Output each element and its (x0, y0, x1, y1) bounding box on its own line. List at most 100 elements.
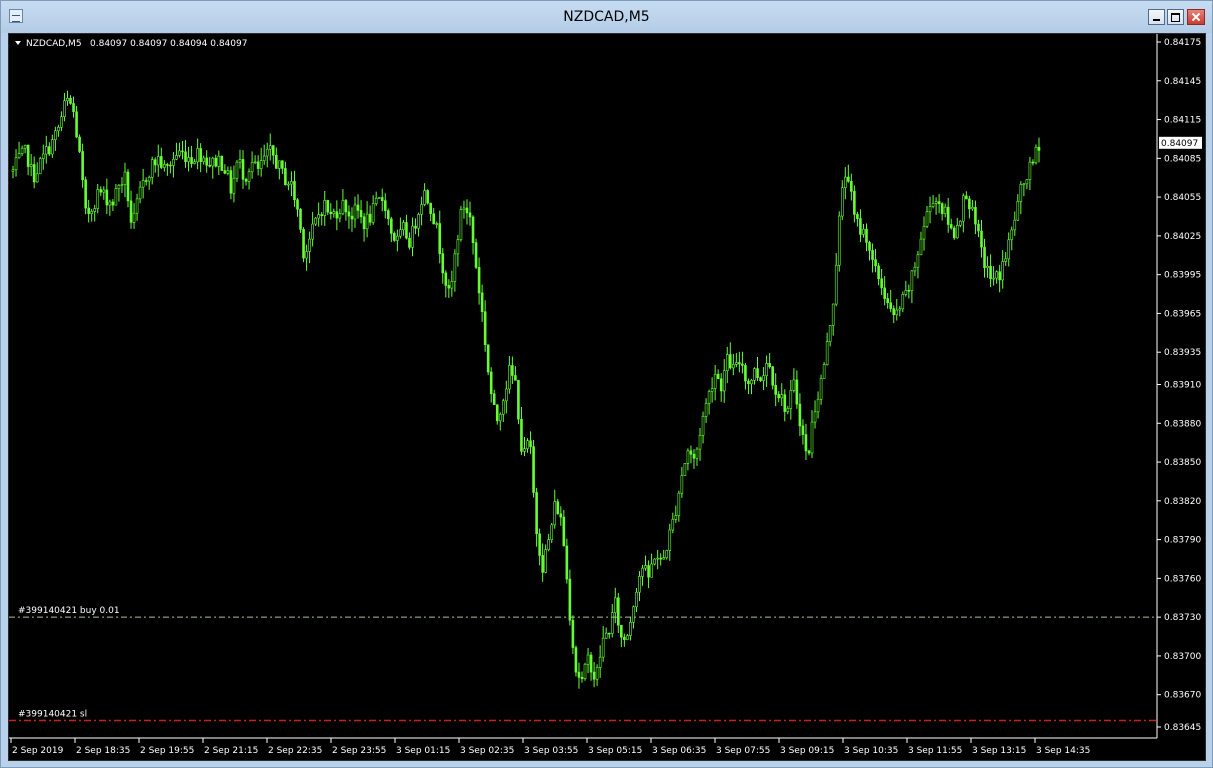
candle-body (577, 671, 581, 678)
candle-body (438, 223, 442, 254)
price-chart[interactable]: #399140421 buy 0.01 #399140421 sl 0.84175… (9, 34, 1205, 760)
candle-body (359, 210, 363, 218)
price-tick-label: 0.83850 (1164, 458, 1201, 468)
candle-body (293, 181, 296, 201)
title-bar[interactable]: NZDCAD,M5 (1, 1, 1212, 33)
candle-body (429, 202, 432, 215)
chart-window: NZDCAD,M5 #399140421 buy 0.01 #399140421 … (0, 0, 1213, 768)
candle-body (641, 567, 644, 577)
price-tick-label: 0.83760 (1164, 574, 1201, 584)
time-tick-label: 2 Sep 2019 (12, 746, 64, 756)
candle-body (432, 213, 435, 225)
candle-body (172, 158, 175, 166)
candle-body (32, 164, 36, 183)
candle-body (153, 159, 157, 166)
maximize-button[interactable] (1167, 9, 1184, 25)
candle-body (650, 563, 653, 578)
candles-layer (11, 90, 1041, 689)
price-tick-label: 0.83790 (1164, 536, 1201, 546)
time-tick-label: 3 Sep 06:35 (652, 746, 706, 756)
candle-body (41, 153, 45, 159)
candle-body (1022, 183, 1026, 186)
candle-body (986, 265, 989, 269)
candle-body (420, 204, 423, 215)
candle-body (653, 558, 656, 565)
candle-body (662, 557, 666, 560)
candle-body (141, 180, 145, 188)
candle-body (937, 201, 941, 204)
candle-body (538, 533, 541, 556)
candle-body (444, 272, 448, 286)
candle-body (777, 394, 781, 399)
candle-body (374, 197, 378, 204)
minimize-button[interactable] (1148, 9, 1165, 25)
candle-body (610, 612, 614, 634)
time-tick-label: 3 Sep 11:55 (908, 746, 962, 756)
candle-body (402, 222, 405, 231)
candle-body (759, 377, 762, 381)
candle-body (150, 159, 154, 178)
candle-body (735, 362, 738, 365)
candle-body (674, 515, 678, 520)
chart-menu-triangle-icon[interactable] (15, 41, 21, 45)
candle-body (559, 513, 563, 518)
candle-body (786, 408, 790, 412)
candle-body (26, 145, 30, 167)
candle-body (822, 364, 826, 379)
candle-body (259, 160, 263, 169)
candle-body (308, 238, 311, 252)
candle-body (453, 253, 457, 282)
candle-body (284, 168, 287, 186)
time-tick-label: 2 Sep 21:15 (204, 746, 258, 756)
candle-body (99, 189, 103, 193)
candle-body (96, 189, 100, 209)
time-axis: 2 Sep 2019 2 Sep 18:35 2 Sep 19:55 2 Sep 21… (10, 738, 1090, 756)
candle-body (138, 186, 142, 200)
candle-body (69, 97, 72, 104)
candle-body (940, 203, 944, 214)
chart-area[interactable]: #399140421 buy 0.01 #399140421 sl 0.84175… (8, 33, 1206, 761)
candle-body (798, 403, 802, 427)
candle-body (907, 289, 911, 292)
candle-body (732, 364, 735, 369)
candle-body (399, 229, 402, 237)
candle-body (680, 475, 684, 494)
time-tick-label: 3 Sep 03:55 (524, 746, 578, 756)
close-button[interactable] (1187, 9, 1205, 25)
candle-body (241, 159, 245, 180)
candle-body (738, 362, 741, 365)
candle-body (311, 223, 314, 240)
price-tick-label: 0.83995 (1164, 271, 1201, 281)
candle-body (471, 216, 475, 243)
candle-body (408, 237, 411, 248)
candle-body (123, 171, 127, 185)
price-tick-label: 0.83935 (1164, 348, 1201, 358)
candle-body (156, 156, 160, 166)
candle-body (247, 171, 251, 182)
candle-body (281, 160, 284, 169)
candle-body (804, 434, 808, 452)
candle-body (144, 180, 148, 182)
price-tick-label: 0.83670 (1164, 691, 1201, 701)
candle-body (1007, 239, 1011, 260)
candle-body (54, 130, 57, 140)
candle-body (995, 271, 998, 279)
candle-body (952, 227, 956, 239)
candle-body (271, 145, 275, 156)
candle-body (783, 394, 787, 412)
candle-body (169, 164, 172, 167)
candle-body (728, 354, 732, 369)
candle-body (840, 187, 844, 217)
candle-body (968, 198, 971, 210)
candle-body (595, 667, 599, 680)
candle-body (571, 619, 575, 648)
candle-body (862, 228, 865, 235)
candle-body (744, 365, 747, 382)
candle-body (665, 550, 669, 559)
candle-body (747, 380, 750, 385)
candle-body (93, 208, 97, 212)
candle-body (583, 663, 587, 679)
time-tick-label: 3 Sep 01:15 (396, 746, 450, 756)
candle-body (344, 200, 348, 213)
candle-body (314, 217, 317, 225)
